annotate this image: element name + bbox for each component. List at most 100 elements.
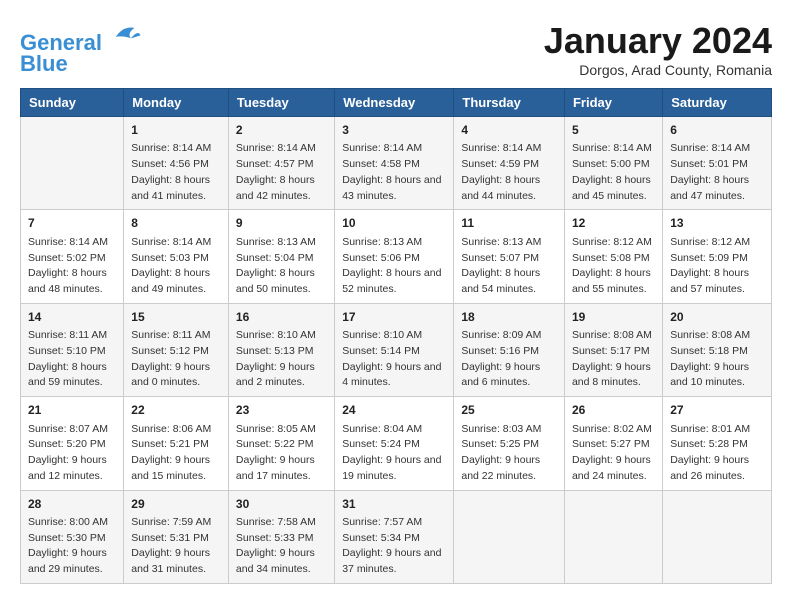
daylight-text: Daylight: 9 hours and 8 minutes.: [572, 360, 655, 392]
sunrise-text: Sunrise: 8:14 AM: [236, 141, 327, 157]
calendar-cell: 26Sunrise: 8:02 AMSunset: 5:27 PMDayligh…: [564, 397, 662, 490]
calendar-cell: 7Sunrise: 8:14 AMSunset: 5:02 PMDaylight…: [21, 210, 124, 303]
sunrise-text: Sunrise: 8:14 AM: [28, 235, 116, 251]
sunrise-text: Sunrise: 8:10 AM: [342, 328, 446, 344]
sunset-text: Sunset: 5:22 PM: [236, 437, 327, 453]
calendar-cell: 21 Sunrise: 8:07 AMSunset: 5:20 PMDayligh…: [21, 397, 124, 490]
day-info: Sunrise: 8:14 AMSunset: 5:01 PMDaylight:…: [670, 141, 764, 204]
daylight-text: Daylight: 8 hours and 57 minutes.: [670, 266, 764, 298]
daylight-text: Daylight: 8 hours and 48 minutes.: [28, 266, 116, 298]
sunset-text: Sunset: 5:18 PM: [670, 344, 764, 360]
calendar-cell: 28 Sunrise: 8:00 AMSunset: 5:30 PMDayligh…: [21, 490, 124, 583]
daylight-text: Daylight: 9 hours and 31 minutes.: [131, 546, 221, 578]
sunrise-text: Sunrise: 8:06 AM: [131, 422, 221, 438]
sunset-text: Sunset: 5:28 PM: [670, 437, 764, 453]
daylight-text: Daylight: 8 hours and 41 minutes.: [131, 173, 221, 205]
daylight-text: Daylight: 9 hours and 19 minutes.: [342, 453, 446, 485]
day-info: Sunrise: 8:07 AMSunset: 5:20 PMDaylight:…: [28, 422, 116, 485]
sunset-text: Sunset: 5:07 PM: [461, 251, 557, 267]
sunrise-text: Sunrise: 8:12 AM: [572, 235, 655, 251]
calendar-cell: 1Sunrise: 8:14 AMSunset: 4:56 PMDaylight…: [124, 117, 229, 210]
day-info: Sunrise: 7:59 AMSunset: 5:31 PMDaylight:…: [131, 515, 221, 578]
sunset-text: Sunset: 5:08 PM: [572, 251, 655, 267]
sunset-text: Sunset: 5:14 PM: [342, 344, 446, 360]
daylight-text: Daylight: 8 hours and 49 minutes.: [131, 266, 221, 298]
logo-blue: Blue: [20, 51, 142, 77]
day-number: 10: [342, 215, 446, 232]
day-info: Sunrise: 8:00 AMSunset: 5:30 PMDaylight:…: [28, 515, 116, 578]
sunrise-text: Sunrise: 8:14 AM: [342, 141, 446, 157]
calendar-cell: 4Sunrise: 8:14 AMSunset: 4:59 PMDaylight…: [454, 117, 565, 210]
day-number: 5: [572, 122, 655, 139]
sunset-text: Sunset: 5:10 PM: [28, 344, 116, 360]
calendar-cell: 3Sunrise: 8:14 AMSunset: 4:58 PMDaylight…: [335, 117, 454, 210]
day-number: 26: [572, 402, 655, 419]
calendar-cell: 6 Sunrise: 8:14 AMSunset: 5:01 PMDaylight…: [663, 117, 772, 210]
day-number: 23: [236, 402, 327, 419]
sunset-text: Sunset: 5:34 PM: [342, 531, 446, 547]
day-number: 9: [236, 215, 327, 232]
day-number: 19: [572, 309, 655, 326]
sunset-text: Sunset: 5:33 PM: [236, 531, 327, 547]
calendar-cell: 14Sunrise: 8:11 AMSunset: 5:10 PMDayligh…: [21, 303, 124, 396]
sunset-text: Sunset: 5:17 PM: [572, 344, 655, 360]
page-header: General Blue January 2024 Dorgos, Arad C…: [20, 20, 772, 78]
sunrise-text: Sunrise: 8:12 AM: [670, 235, 764, 251]
calendar-week-row: 14Sunrise: 8:11 AMSunset: 5:10 PMDayligh…: [21, 303, 772, 396]
logo-bird-icon: [112, 20, 142, 50]
day-info: Sunrise: 8:13 AMSunset: 5:06 PMDaylight:…: [342, 235, 446, 298]
calendar-body: 1Sunrise: 8:14 AMSunset: 4:56 PMDaylight…: [21, 117, 772, 584]
calendar-week-row: 7Sunrise: 8:14 AMSunset: 5:02 PMDaylight…: [21, 210, 772, 303]
sunrise-text: Sunrise: 8:14 AM: [131, 141, 221, 157]
calendar-cell: 5 Sunrise: 8:14 AMSunset: 5:00 PMDaylight…: [564, 117, 662, 210]
day-info: Sunrise: 8:14 AMSunset: 5:00 PMDaylight:…: [572, 141, 655, 204]
day-number: 30: [236, 496, 327, 513]
calendar-week-row: 21 Sunrise: 8:07 AMSunset: 5:20 PMDayligh…: [21, 397, 772, 490]
sunrise-text: Sunrise: 8:13 AM: [236, 235, 327, 251]
calendar-cell: 16Sunrise: 8:10 AMSunset: 5:13 PMDayligh…: [228, 303, 334, 396]
daylight-text: Daylight: 8 hours and 54 minutes.: [461, 266, 557, 298]
daylight-text: Daylight: 9 hours and 2 minutes.: [236, 360, 327, 392]
location: Dorgos, Arad County, Romania: [544, 62, 772, 78]
daylight-text: Daylight: 8 hours and 50 minutes.: [236, 266, 327, 298]
daylight-text: Daylight: 9 hours and 12 minutes.: [28, 453, 116, 485]
calendar-cell: 8Sunrise: 8:14 AMSunset: 5:03 PMDaylight…: [124, 210, 229, 303]
calendar-header: Sunday Monday Tuesday Wednesday Thursday…: [21, 89, 772, 117]
day-number: 18: [461, 309, 557, 326]
day-info: Sunrise: 8:14 AMSunset: 5:02 PMDaylight:…: [28, 235, 116, 298]
sunset-text: Sunset: 5:30 PM: [28, 531, 116, 547]
day-number: 16: [236, 309, 327, 326]
sunset-text: Sunset: 5:02 PM: [28, 251, 116, 267]
day-info: Sunrise: 8:12 AMSunset: 5:08 PMDaylight:…: [572, 235, 655, 298]
day-info: Sunrise: 8:11 AMSunset: 5:10 PMDaylight:…: [28, 328, 116, 391]
day-number: 28: [28, 496, 116, 513]
daylight-text: Daylight: 8 hours and 43 minutes.: [342, 173, 446, 205]
daylight-text: Daylight: 9 hours and 6 minutes.: [461, 360, 557, 392]
day-number: 6: [670, 122, 764, 139]
col-thursday: Thursday: [454, 89, 565, 117]
day-number: 15: [131, 309, 221, 326]
day-number: 31: [342, 496, 446, 513]
sunrise-text: Sunrise: 8:05 AM: [236, 422, 327, 438]
day-number: 20: [670, 309, 764, 326]
day-number: 11: [461, 215, 557, 232]
day-info: Sunrise: 8:03 AMSunset: 5:25 PMDaylight:…: [461, 422, 557, 485]
sunset-text: Sunset: 5:24 PM: [342, 437, 446, 453]
day-number: 17: [342, 309, 446, 326]
sunset-text: Sunset: 5:21 PM: [131, 437, 221, 453]
daylight-text: Daylight: 8 hours and 59 minutes.: [28, 360, 116, 392]
calendar-cell: 23Sunrise: 8:05 AMSunset: 5:22 PMDayligh…: [228, 397, 334, 490]
calendar-cell: 12Sunrise: 8:12 AMSunset: 5:08 PMDayligh…: [564, 210, 662, 303]
calendar-cell: 13Sunrise: 8:12 AMSunset: 5:09 PMDayligh…: [663, 210, 772, 303]
col-friday: Friday: [564, 89, 662, 117]
calendar-cell: [564, 490, 662, 583]
calendar-cell: [21, 117, 124, 210]
logo: General Blue: [20, 20, 142, 77]
daylight-text: Daylight: 8 hours and 44 minutes.: [461, 173, 557, 205]
sunset-text: Sunset: 5:03 PM: [131, 251, 221, 267]
day-info: Sunrise: 7:57 AMSunset: 5:34 PMDaylight:…: [342, 515, 446, 578]
day-info: Sunrise: 8:14 AMSunset: 4:58 PMDaylight:…: [342, 141, 446, 204]
daylight-text: Daylight: 9 hours and 24 minutes.: [572, 453, 655, 485]
day-number: 21: [28, 402, 116, 419]
day-number: 13: [670, 215, 764, 232]
